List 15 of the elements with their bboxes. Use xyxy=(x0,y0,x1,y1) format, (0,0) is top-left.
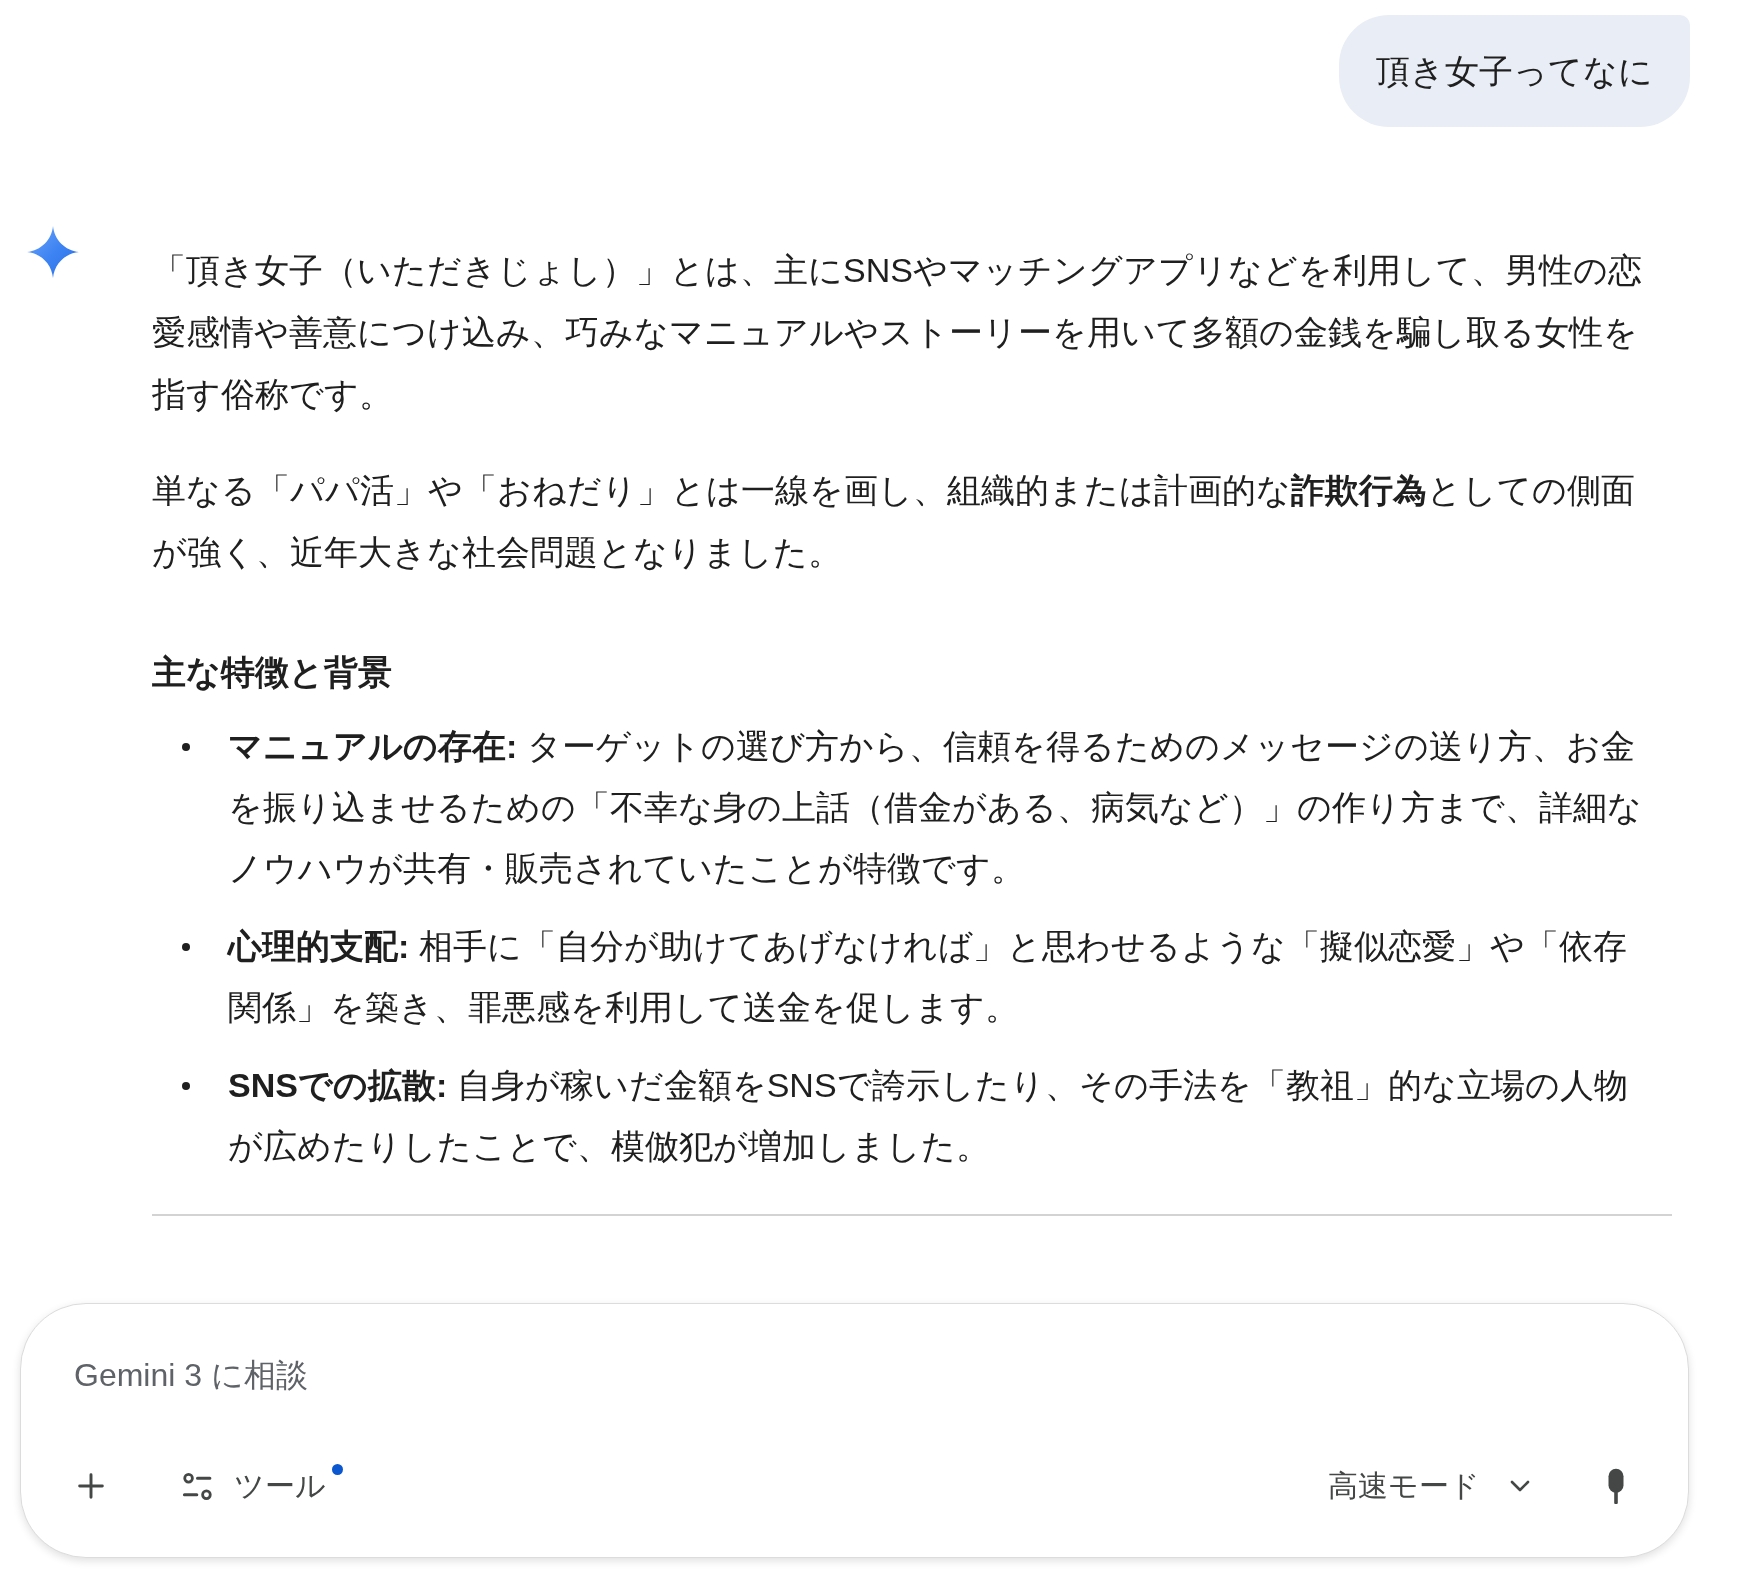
bullet-text: SNSでの拡散: 自身が稼いだ金額をSNSで誇示したり、その手法を「教祖」的な立場の人物が広めたりしたことで、模倣犯が増加しました。 xyxy=(228,1065,1629,1167)
prompt-input[interactable]: Gemini 3 に相談 xyxy=(74,1352,1574,1398)
user-message: 頂き女子ってなに xyxy=(1339,15,1690,127)
bullet-icon xyxy=(182,1082,190,1090)
tools-button[interactable]: ツール xyxy=(169,1462,346,1510)
mode-dropdown[interactable]: 高速モード xyxy=(1316,1462,1548,1510)
sparkle-icon xyxy=(27,226,79,278)
section-heading: 主な特徴と背景 xyxy=(152,652,393,693)
plus-icon xyxy=(75,1470,107,1502)
response-paragraph: 単なる「パパ活」や「おねだり」とは一線を画し、組織的または計画的な詐欺行為としての側面が強く、近年大きな社会問題となりました。 xyxy=(152,470,1636,573)
bullet-icon xyxy=(182,943,190,951)
response-paragraph: 「頂き女子（いただきじょし）」とは、主にSNSやマッチングアプリなどを利用して、男性の恋愛感情や善意につけ込み、巧みなマニュアルやストーリーを用いて多額の金銭を騙し取る女性を指す俗称です。 xyxy=(152,250,1643,415)
bullet-text: 心理的支配: 相手に「自分が助けてあげなければ」と思わせるような「擬似恋愛」や「依存関係」を築き、罪悪感を利用して送金を促します。 xyxy=(228,926,1628,1028)
bullet-text: マニュアルの存在: ターゲットの選び方から、信頼を得るためのメッセージの送り方、お金を振り込ませるための「不幸な身の上話（借金がある、病気など）」の作り方まで、詳細なノウハウが共有・販売されていたことが特徴です。 xyxy=(228,726,1643,889)
bullet-icon xyxy=(182,743,190,751)
